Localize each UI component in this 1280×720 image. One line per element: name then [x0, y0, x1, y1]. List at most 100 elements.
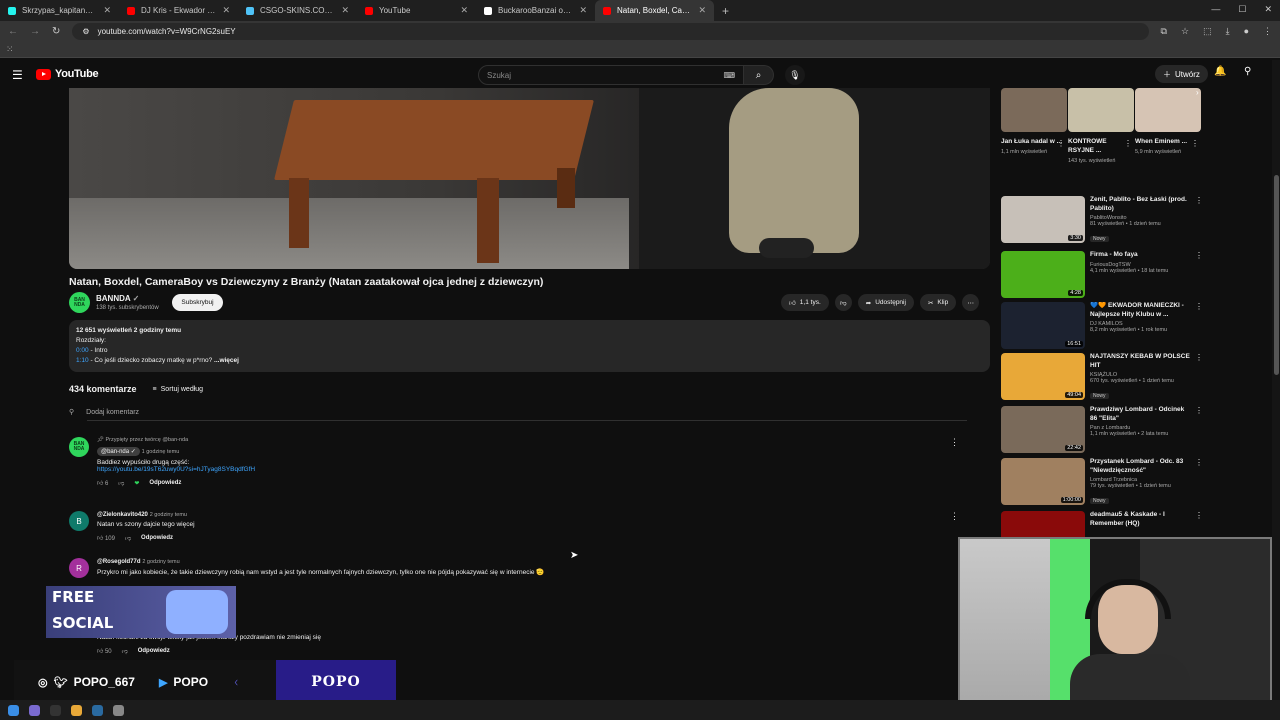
close-window-icon[interactable]: ✕ [1264, 4, 1272, 15]
related-video-item[interactable]: 16:51 💙🧡 EKWADOR MANIECZKI - Najlepsze Hi… [1001, 302, 1203, 352]
short-thumbnail[interactable] [1001, 88, 1067, 132]
browser-tab[interactable]: CSGO-SKINS.COM - Najlepsze ... ✕ [238, 0, 357, 21]
extensions-icon[interactable]: ⬚ [1203, 26, 1212, 37]
page-scrollbar[interactable] [1272, 60, 1280, 700]
back-icon[interactable]: ← [8, 26, 18, 37]
short-thumbnail[interactable] [1068, 88, 1134, 132]
reply-button[interactable]: Odpowiedz [149, 480, 181, 486]
comment-dislike-button[interactable]: 👎︎ [125, 534, 131, 542]
video-menu-icon[interactable]: ⋮ [1195, 511, 1203, 520]
app-icon[interactable] [50, 704, 61, 716]
profile-icon[interactable]: ● [1244, 26, 1249, 37]
hamburger-menu-icon[interactable]: ☰ [12, 68, 23, 82]
browser-tab[interactable]: Natan, Boxdel, CameraBoy vs D... ✕ [595, 0, 714, 21]
chevron-right-icon[interactable]: › [1196, 88, 1199, 97]
dislike-button[interactable]: 👎︎ [834, 294, 852, 311]
browser-tab[interactable]: Skrzypas_kapitan_polska (@skr... ✕ [0, 0, 119, 21]
app-icon[interactable] [113, 704, 124, 716]
site-info-icon[interactable]: ⚙ [82, 27, 89, 36]
short-item[interactable]: When Eminem ... 5,9 mln wyświetleń ⋮ [1135, 88, 1201, 156]
related-video-title[interactable]: NAJTAŃSZY KEBAB W POLSCE HIT [1090, 353, 1190, 370]
notifications-bell-icon[interactable]: 🔔 [1214, 66, 1226, 77]
video-thumbnail[interactable]: 16:51 [1001, 302, 1085, 349]
forward-icon[interactable]: → [30, 26, 40, 37]
video-menu-icon[interactable]: ⋮ [1195, 458, 1203, 467]
keyboard-icon[interactable]: ⌨ [723, 71, 735, 80]
video-menu-icon[interactable]: ⋮ [1195, 353, 1203, 362]
chapter-1-timestamp[interactable]: 0:00 [76, 347, 89, 354]
app-icon[interactable] [29, 704, 40, 716]
show-more-link[interactable]: ...więcej [212, 357, 239, 364]
youtube-logo[interactable]: YouTube [36, 68, 99, 80]
related-video-item[interactable]: 3:30 Zenit, Pablito - Bez Łaski (prod. Pa… [1001, 196, 1203, 246]
share-button[interactable]: ➦ Udostępnij [857, 294, 914, 311]
sort-comments-button[interactable]: ≡ Sortuj według [153, 386, 204, 393]
short-menu-icon[interactable]: ⋮ [1191, 139, 1199, 148]
comment-like-button[interactable]: 👍︎ 50 [97, 647, 112, 655]
tab-close-icon[interactable]: ✕ [460, 5, 468, 16]
comment-like-button[interactable]: 👍︎ 6 [97, 479, 108, 487]
short-thumbnail[interactable] [1135, 88, 1201, 132]
comment-link[interactable]: https://youtu.be/19sT62uwy0U?si=hJTyag8S… [97, 466, 947, 473]
start-icon[interactable] [8, 704, 19, 716]
tab-close-icon[interactable]: ✕ [698, 5, 706, 16]
related-video-title[interactable]: Prawdziwy Lombard - Odcinek 86 "Elita" [1090, 406, 1190, 423]
short-item[interactable]: Jan Łuka nadal w ... 1,1 mln wyświetleń ⋮ [1001, 88, 1067, 156]
menu-dots-icon[interactable]: ⋮ [1263, 26, 1272, 37]
video-thumbnail[interactable]: 3:30 [1001, 196, 1085, 243]
comment-author[interactable]: @Zielonkavito420 [97, 512, 148, 518]
subscribe-button[interactable]: Subskrybuj [172, 294, 223, 311]
cast-icon[interactable]: ⧉ [1161, 26, 1167, 37]
search-input[interactable]: Szukaj ⌨ [478, 65, 744, 85]
short-menu-icon[interactable]: ⋮ [1124, 139, 1132, 148]
related-video-item[interactable]: 1:00:00 Przystanek Lombard - Odc. 83 "Nie… [1001, 458, 1203, 508]
tab-close-icon[interactable]: ✕ [103, 5, 111, 16]
video-thumbnail[interactable]: 22:42 [1001, 406, 1085, 453]
video-menu-icon[interactable]: ⋮ [1195, 251, 1203, 260]
account-icon[interactable]: ⚲ [1244, 66, 1251, 77]
reply-button[interactable]: Odpowiedz [138, 648, 170, 654]
add-comment-row[interactable]: ⚲ Dodaj komentarz [69, 408, 969, 421]
chrome-icon[interactable] [71, 704, 82, 716]
video-menu-icon[interactable]: ⋮ [1195, 302, 1203, 311]
comment-dislike-button[interactable]: 👎︎ [122, 647, 128, 655]
comment-menu-icon[interactable]: ⋮ [950, 511, 959, 522]
scrollbar-thumb[interactable] [1274, 175, 1279, 375]
voice-search-button[interactable]: 🎙 [785, 65, 805, 85]
reply-button[interactable]: Odpowiedz [141, 535, 173, 541]
create-button[interactable]: ＋ Utwórz [1155, 65, 1208, 83]
video-thumbnail[interactable]: 49:04 [1001, 353, 1085, 400]
add-comment-input[interactable]: Dodaj komentarz [86, 409, 139, 416]
channel-avatar[interactable]: BAN NDA [69, 292, 90, 313]
tab-close-icon[interactable]: ✕ [222, 5, 230, 16]
comment-like-button[interactable]: 👍︎ 109 [97, 534, 115, 542]
new-tab-icon[interactable]: + [714, 4, 737, 18]
tab-close-icon[interactable]: ✕ [579, 5, 587, 16]
comment-avatar[interactable]: B [69, 511, 89, 531]
apps-icon[interactable]: ⁙ [6, 44, 14, 55]
comment-menu-icon[interactable]: ⋮ [950, 437, 959, 448]
minimize-icon[interactable]: — [1211, 4, 1220, 15]
tab-close-icon[interactable]: ✕ [341, 5, 349, 16]
comment-avatar[interactable]: R [69, 558, 89, 578]
comment-author[interactable]: @Rosegold77d [97, 559, 141, 565]
maximize-icon[interactable]: ☐ [1238, 4, 1246, 15]
video-thumbnail[interactable]: 1:00:00 [1001, 458, 1085, 505]
reload-icon[interactable]: ↻ [52, 26, 60, 37]
url-bar[interactable]: ⚙ youtube.com/watch?v=W9CrNG2suEY [72, 23, 1149, 40]
related-video-title[interactable]: 💙🧡 EKWADOR MANIECZKI - Najlepsze Hity Kl… [1090, 302, 1190, 319]
related-video-item[interactable]: 22:42 Prawdziwy Lombard - Odcinek 86 "Eli… [1001, 406, 1203, 456]
short-menu-icon[interactable]: ⋮ [1057, 139, 1065, 148]
related-video-title[interactable]: Zenit, Pablito - Bez Łaski (prod. Pablit… [1090, 196, 1190, 213]
description-box[interactable]: 12 651 wyświetleń 2 godziny temu Rozdzia… [69, 320, 990, 372]
related-video-title[interactable]: Firma - Mo fayа [1090, 251, 1190, 260]
comment-author[interactable]: @ban-nda ✓ [97, 447, 140, 456]
download-icon[interactable]: ⤓ [1226, 26, 1230, 37]
browser-tab[interactable]: DJ Kris - Ekwador Manieczki | Mi... ✕ [119, 0, 238, 21]
bookmark-star-icon[interactable]: ☆ [1181, 26, 1189, 37]
video-player[interactable] [69, 88, 990, 269]
steam-icon[interactable] [92, 704, 103, 716]
like-button[interactable]: 👍︎ 1,1 tys. [781, 294, 829, 311]
more-actions-button[interactable]: ⋯ [962, 294, 980, 311]
related-video-title[interactable]: Przystanek Lombard - Odc. 83 "Niewdzięcz… [1090, 458, 1190, 475]
